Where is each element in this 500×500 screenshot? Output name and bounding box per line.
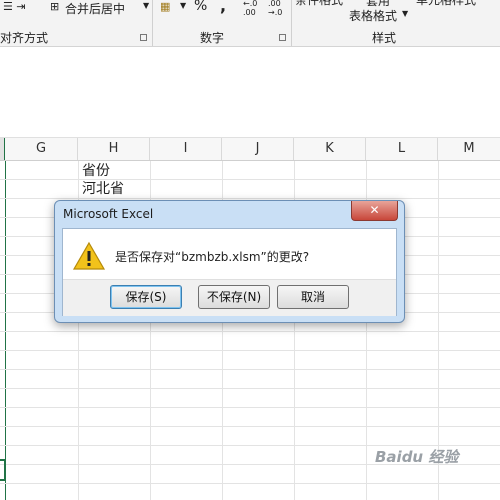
grid-line xyxy=(0,198,500,199)
dont-save-button[interactable]: 不保存(N) xyxy=(198,285,270,309)
chevron-down-icon[interactable]: ▼ xyxy=(402,9,408,18)
grid-line xyxy=(0,407,500,408)
chevron-down-icon[interactable]: ▼ xyxy=(180,1,186,10)
comma-style-button[interactable]: , xyxy=(220,0,226,15)
column-header-bar: G H I J K L M xyxy=(0,138,500,161)
column-header-I[interactable]: I xyxy=(150,138,222,160)
chevron-down-icon[interactable]: ▼ xyxy=(143,1,149,10)
active-cell-border[interactable] xyxy=(0,459,6,481)
merge-center-button[interactable]: 合并后居中 xyxy=(65,0,125,17)
currency-format-icon[interactable]: ▦ xyxy=(160,0,170,13)
ribbon: ☰ ⇥ ⊞ 合并后居中 ▼ 对齐方式 ▦ ▼ % , ←.0.00 .00 →.0… xyxy=(0,0,500,47)
column-header-L[interactable]: L xyxy=(366,138,438,160)
dialog-button-bar: 保存(S) 不保存(N) 取消 xyxy=(63,279,396,316)
grid-line xyxy=(0,179,500,180)
alignment-group-label: 对齐方式 xyxy=(0,31,49,45)
cell-H2[interactable]: 河北省 xyxy=(82,178,124,198)
dialog-message: 是否保存对“bzmbzb.xlsm”的更改? xyxy=(115,250,310,264)
column-header-K[interactable]: K xyxy=(294,138,366,160)
number-group-label: 数字 xyxy=(200,31,225,45)
sheet-top-area xyxy=(0,47,500,138)
grid-line xyxy=(0,426,500,427)
column-header-M[interactable]: M xyxy=(438,138,500,160)
warning-icon xyxy=(72,241,106,270)
grid-line xyxy=(0,483,500,484)
cell-H1[interactable]: 省份 xyxy=(82,160,110,180)
grid-line xyxy=(0,350,500,351)
percent-style-button[interactable]: % xyxy=(194,0,207,14)
merge-center-icon[interactable]: ⊞ xyxy=(50,0,59,13)
cancel-button[interactable]: 取消 xyxy=(277,285,349,309)
save-button[interactable]: 保存(S) xyxy=(110,285,182,309)
dialog-body: 是否保存对“bzmbzb.xlsm”的更改? 保存(S) 不保存(N) 取消 xyxy=(62,228,397,316)
grid-line xyxy=(0,369,500,370)
conditional-format-button[interactable]: 条件格式 xyxy=(295,0,343,8)
group-divider xyxy=(152,0,153,46)
styles-group-label: 样式 xyxy=(372,31,397,45)
grid-line xyxy=(0,331,500,332)
close-button[interactable]: ✕ xyxy=(351,201,398,221)
dialog-title: Microsoft Excel xyxy=(63,207,154,221)
decrease-decimal-icon[interactable]: .00 →.0 xyxy=(268,0,282,17)
dialog-launcher-icon[interactable] xyxy=(279,34,286,41)
dialog-launcher-icon[interactable] xyxy=(140,34,147,41)
watermark: Baidu 经验 xyxy=(375,448,459,466)
column-header-J[interactable]: J xyxy=(222,138,294,160)
column-header-G[interactable]: G xyxy=(5,138,78,160)
cell-styles-button[interactable]: 单元格样式 xyxy=(416,0,476,8)
increase-decimal-icon[interactable]: ←.0.00 xyxy=(243,0,257,17)
group-divider xyxy=(291,0,292,46)
save-dialog: Microsoft Excel ✕ 是否保存对“bzmbzb.xlsm”的更改?… xyxy=(54,200,405,323)
table-format-button[interactable]: 表格格式 xyxy=(349,7,397,24)
close-icon: ✕ xyxy=(369,203,380,217)
indent-icon[interactable]: ☰ ⇥ xyxy=(3,0,26,13)
grid-line xyxy=(0,388,500,389)
column-header-H[interactable]: H xyxy=(78,138,150,160)
